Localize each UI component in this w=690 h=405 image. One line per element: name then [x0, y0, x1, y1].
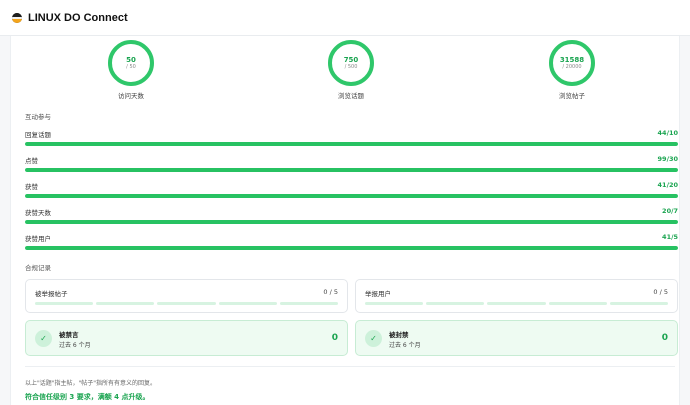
- flagging-users-segments: [365, 302, 669, 305]
- segment: [35, 302, 94, 305]
- progress-value: 99/30: [657, 155, 678, 163]
- top-bar: LINUX DO Connect: [0, 0, 690, 36]
- progress-fill: [25, 142, 678, 146]
- progress-fill: [25, 220, 678, 224]
- suspended-value: 0: [661, 333, 668, 343]
- topics-viewed-ring: 750 / 500: [328, 40, 374, 86]
- silenced-title: 被禁言: [59, 331, 79, 339]
- segment: [548, 302, 607, 305]
- flagged-posts-label: 被举报帖子: [35, 290, 68, 298]
- suspended-subtitle: 过去 6 个月: [389, 342, 421, 349]
- progress-track: [25, 168, 678, 172]
- check-icon: ✓: [365, 330, 382, 347]
- topics-viewed-stat: 750 / 500 浏览话题: [311, 40, 391, 100]
- segment: [279, 302, 339, 305]
- posts-read-value: 31588: [559, 55, 585, 64]
- segment: [609, 302, 669, 305]
- trust-level-panel: 50 / 50 访问天数 750 / 500 浏览话题 31588 / 2000…: [10, 36, 680, 405]
- posts-read-stat: 31588 / 20000 浏览帖子: [532, 40, 612, 100]
- progress-fill: [25, 194, 678, 198]
- silenced-value: 0: [331, 333, 338, 343]
- segment: [487, 302, 546, 305]
- visit-days-goal: / 50: [126, 63, 136, 70]
- check-icon: ✓: [35, 330, 52, 347]
- suspended-card: ✓ 被封禁 过去 6 个月 0: [355, 320, 678, 356]
- visit-days-label: 访问天数: [118, 92, 144, 100]
- flagged-posts-card: 被举报帖子 0 / 5: [25, 279, 348, 313]
- flagging-users-value: 0 / 5: [653, 288, 668, 296]
- progress-track: [25, 194, 678, 198]
- progress-row-liked-users: 获赞用户 41/5: [25, 233, 678, 253]
- progress-value: 20/7: [662, 207, 678, 215]
- progress-label: 回复话题: [25, 131, 51, 139]
- progress-track: [25, 142, 678, 146]
- flagged-posts-value: 0 / 5: [323, 288, 338, 296]
- progress-label: 获赞: [25, 183, 38, 191]
- topics-viewed-goal: / 500: [344, 63, 358, 70]
- progress-row-likes-received: 获赞 41/20: [25, 181, 678, 201]
- segment: [426, 302, 485, 305]
- segment: [218, 302, 277, 305]
- linux-do-logo-icon[interactable]: [12, 12, 22, 23]
- progress-value: 41/20: [657, 181, 678, 189]
- flagged-posts-segments: [35, 302, 339, 305]
- app-title[interactable]: LINUX DO Connect: [28, 12, 128, 24]
- suspended-title: 被封禁: [389, 331, 409, 339]
- posts-read-ring: 31588 / 20000: [549, 40, 595, 86]
- progress-row-likes-given: 点赞 99/30: [25, 155, 678, 175]
- topics-viewed-value: 750: [343, 55, 359, 64]
- progress-track: [25, 246, 678, 250]
- footer-note: 以上"话题"指主帖，"帖子"指所有有意义的回复。: [25, 380, 157, 387]
- compliance-section-title: 合规记录: [25, 264, 51, 272]
- silenced-card: ✓ 被禁言 过去 6 个月 0: [25, 320, 348, 356]
- progress-label: 获赞用户: [25, 235, 51, 243]
- progress-fill: [25, 246, 678, 250]
- silenced-subtitle: 过去 6 个月: [59, 342, 91, 349]
- visit-days-ring: 50 / 50: [108, 40, 154, 86]
- posts-read-goal: / 20000: [562, 63, 582, 70]
- progress-value: 41/5: [662, 233, 678, 241]
- progress-row-replies: 回复话题 44/10: [25, 129, 678, 149]
- flagging-users-label: 举报用户: [365, 290, 391, 298]
- visit-days-stat: 50 / 50 访问天数: [91, 40, 171, 100]
- topics-viewed-label: 浏览话题: [338, 92, 364, 100]
- progress-row-liked-days: 获赞天数 20/7: [25, 207, 678, 227]
- trust-level-verdict: 符合信任级别 3 要求，满额 4 点升级。: [25, 393, 150, 401]
- segment: [157, 302, 216, 305]
- progress-fill: [25, 168, 678, 172]
- progress-label: 点赞: [25, 157, 38, 165]
- progress-value: 44/10: [657, 129, 678, 137]
- footer-divider: [25, 366, 675, 367]
- progress-track: [25, 220, 678, 224]
- flagging-users-card: 举报用户 0 / 5: [355, 279, 678, 313]
- posts-read-label: 浏览帖子: [559, 92, 585, 100]
- visit-days-value: 50: [126, 55, 136, 64]
- progress-label: 获赞天数: [25, 209, 51, 217]
- segment: [96, 302, 155, 305]
- engagement-section-title: 互动参与: [25, 113, 51, 121]
- segment: [365, 302, 424, 305]
